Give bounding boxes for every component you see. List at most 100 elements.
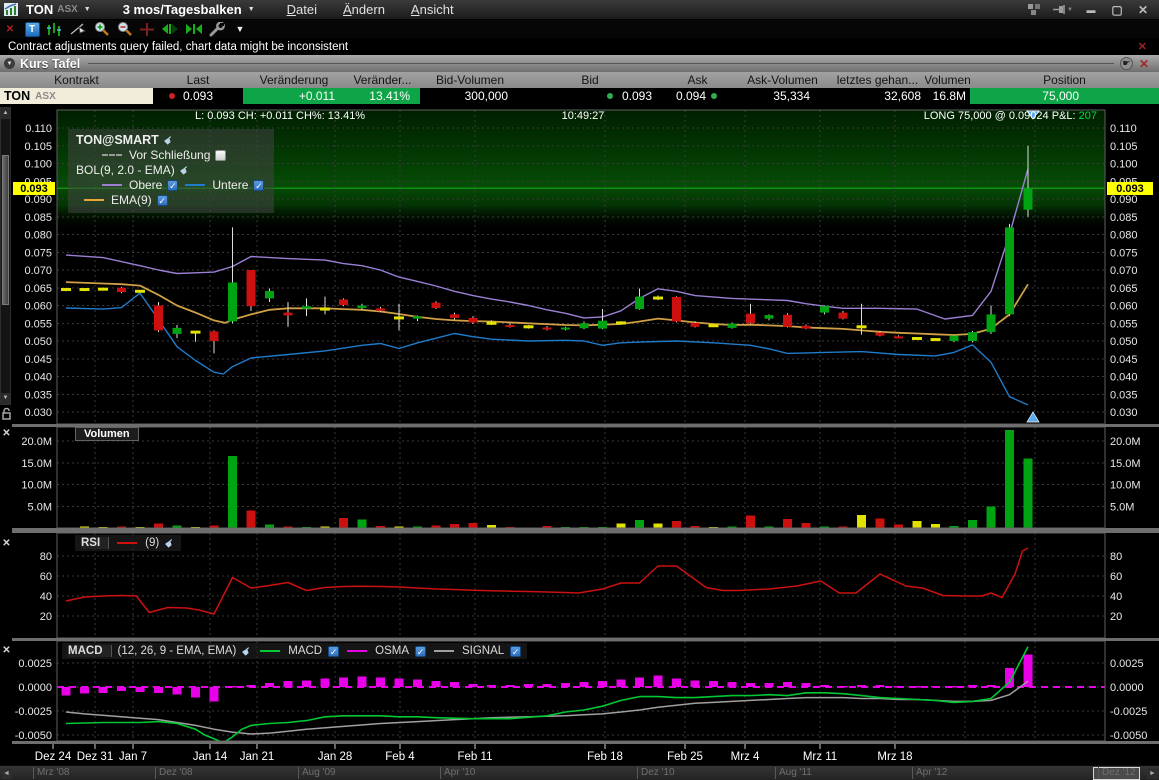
macd-checkbox[interactable]: [328, 645, 340, 657]
position-info: LONG 75,000 @ 0.09024 P&L: 207: [924, 110, 1097, 122]
svg-text:5.0M: 5.0M: [28, 501, 52, 513]
scroll-down-icon[interactable]: [1, 393, 10, 404]
quote-table-row[interactable]: TON ASX 0.093 +0.011 13.41% 300,000 0.09…: [0, 88, 1159, 104]
last-cell: 0.093: [153, 88, 243, 104]
bollinger-label: BOL(9, 2.0 - EMA): [76, 163, 175, 177]
svg-text:0.065: 0.065: [24, 283, 52, 295]
symbol-dropdown[interactable]: TON ASX: [24, 0, 99, 20]
menu-item[interactable]: Ansicht: [411, 2, 454, 17]
drag-handle-icon[interactable]: [1119, 57, 1133, 70]
svg-text:Jan 28: Jan 28: [318, 751, 353, 763]
settings-wrench-icon[interactable]: [209, 21, 226, 37]
price-tag-left: 0.093: [13, 182, 55, 195]
price-scrollbar[interactable]: [0, 107, 11, 405]
menu-item[interactable]: Ändern: [343, 2, 385, 17]
volume-panel-title: Volumen: [75, 427, 139, 441]
timeframe-dropdown[interactable]: 3 mos/Tagesbalken: [113, 0, 265, 20]
osma-series-label: OSMA: [375, 645, 409, 657]
timeline-label: Aug '09: [298, 767, 336, 779]
macd-panel-close-icon[interactable]: [1, 645, 12, 656]
toolbar-close-icon[interactable]: [2, 21, 18, 37]
symbol-label: TON: [26, 2, 54, 17]
signal-checkbox[interactable]: [510, 645, 522, 657]
svg-text:0.070: 0.070: [1110, 265, 1138, 277]
change-value: +0.011: [298, 89, 335, 103]
warning-close-icon[interactable]: [1138, 40, 1147, 53]
crosshair-icon[interactable]: [139, 21, 155, 37]
svg-text:0.0025: 0.0025: [18, 658, 52, 670]
zoom-out-icon[interactable]: [116, 21, 133, 37]
svg-text:0.040: 0.040: [1110, 372, 1138, 384]
lower-band-checkbox[interactable]: [253, 179, 265, 191]
svg-text:0.065: 0.065: [1110, 283, 1138, 295]
col-volumen: Volumen: [925, 73, 970, 87]
change-pct-value: 13.41%: [369, 89, 410, 103]
col-veraenderung: Veränderung: [259, 73, 329, 87]
svg-text:15.0M: 15.0M: [1110, 458, 1141, 470]
layout-blocks-icon[interactable]: [1027, 3, 1042, 16]
drag-hand-icon[interactable]: [162, 535, 178, 551]
timeline-right-arrow[interactable]: [1147, 768, 1158, 779]
col-last: Last: [186, 73, 210, 87]
app-icon: [4, 3, 18, 16]
svg-text:0.045: 0.045: [1110, 354, 1138, 366]
upper-band-sample: [102, 184, 122, 186]
menu-item[interactable]: Datei: [287, 2, 317, 17]
contract-cell[interactable]: TON ASX: [0, 88, 153, 104]
timeline-label: Dez '08: [155, 767, 193, 779]
chart-legend: TON@SMART Vor Schließung BOL(9, 2.0 - EM…: [68, 129, 275, 213]
svg-text:0.045: 0.045: [24, 354, 52, 366]
scroll-up-icon[interactable]: [1, 108, 10, 119]
drag-hand-icon[interactable]: [239, 643, 255, 659]
timeline-left-arrow[interactable]: [1, 768, 12, 779]
osma-checkbox[interactable]: [415, 645, 426, 657]
svg-text:0.050: 0.050: [24, 336, 52, 348]
col-ask: Ask: [687, 73, 708, 87]
svg-text:-0.0050: -0.0050: [1110, 730, 1147, 742]
preclose-checkbox[interactable]: [215, 149, 227, 161]
last-price-info: L: 0.093 CH: +0.011 CH%: 13.41%: [195, 110, 366, 122]
svg-text:20: 20: [1110, 611, 1122, 623]
title-bar: TON ASX 3 mos/Tagesbalken Datei Ändern Ans…: [0, 0, 1159, 20]
pnl-label: P&L:: [1051, 110, 1076, 122]
chart-type-icon[interactable]: [46, 21, 64, 37]
trendline-tool-icon[interactable]: [70, 21, 87, 37]
compress-horizontal-icon[interactable]: [185, 21, 203, 37]
svg-text:0.110: 0.110: [25, 123, 52, 135]
kurs-tafel-close-icon[interactable]: [1139, 57, 1149, 71]
rsi-panel-close-icon[interactable]: [1, 538, 12, 549]
scrollbar-thumb[interactable]: [2, 155, 9, 305]
svg-text:0.030: 0.030: [1110, 407, 1138, 419]
svg-text:0.090: 0.090: [24, 194, 52, 206]
timeline-scrollbar[interactable]: Mrz '08 Dez '08 Aug '09 Apr '10 Dez '10 Aug '…: [0, 765, 1159, 780]
macd-title: MACD: [68, 645, 112, 657]
svg-text:60: 60: [40, 571, 52, 583]
pin-dropdown[interactable]: [1052, 4, 1073, 15]
row-symbol: TON: [4, 89, 31, 103]
bid-volume-value: 300,000: [464, 89, 508, 103]
drag-hand-icon[interactable]: [177, 162, 193, 178]
minimize-button[interactable]: [1083, 3, 1099, 17]
toolbar-more-dropdown[interactable]: [232, 21, 248, 37]
text-annotation-icon[interactable]: T: [24, 21, 40, 37]
svg-text:0.105: 0.105: [1110, 141, 1138, 153]
svg-text:40: 40: [40, 591, 52, 603]
volume-panel-close-icon[interactable]: [1, 428, 12, 439]
close-button[interactable]: [1135, 3, 1151, 17]
upper-band-checkbox[interactable]: [167, 179, 179, 191]
drag-hand-icon[interactable]: [161, 132, 177, 148]
timeline-label: Dez '12: [1098, 767, 1136, 779]
maximize-button[interactable]: [1109, 3, 1125, 17]
collapse-icon[interactable]: [4, 58, 15, 69]
zoom-in-icon[interactable]: [93, 21, 110, 37]
chart-toolbar: T: [0, 20, 1159, 38]
lock-icon[interactable]: [1, 407, 12, 421]
col-letztes-gehandelt: letztes gehan...: [836, 73, 919, 87]
svg-text:0.075: 0.075: [1110, 247, 1138, 259]
timeline-label: Dez '10: [637, 767, 675, 779]
expand-horizontal-icon[interactable]: [161, 21, 179, 37]
bid-dot: [606, 93, 613, 99]
ema-checkbox[interactable]: [156, 194, 168, 206]
timeline-label: Apr '10: [440, 767, 475, 779]
preclose-label: Vor Schließung: [129, 148, 211, 162]
